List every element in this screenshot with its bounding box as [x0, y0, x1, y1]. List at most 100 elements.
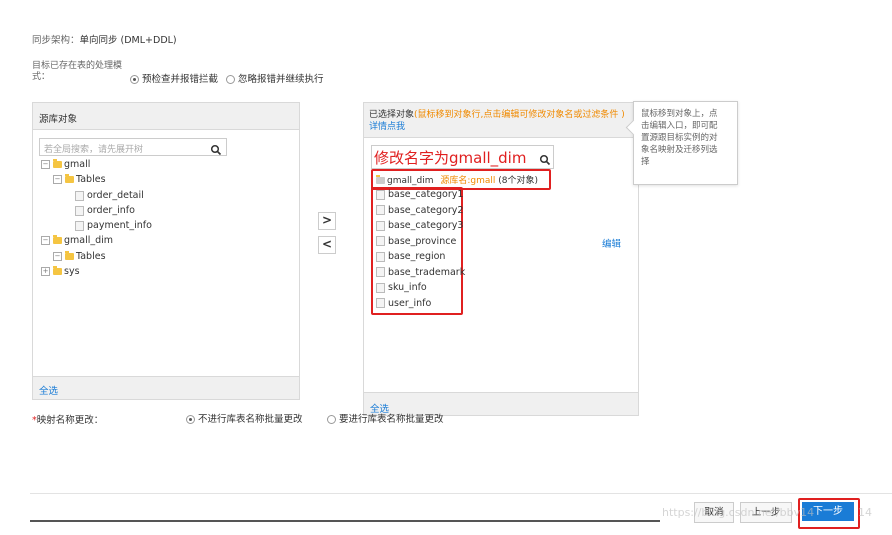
tree-node-sys[interactable]: + sys: [41, 266, 80, 277]
tree-node-gmall-tables[interactable]: − Tables: [53, 174, 106, 185]
mapping-label-row: *映射名称更改：: [32, 412, 103, 426]
collapse-icon[interactable]: −: [41, 236, 50, 245]
table-icon: [376, 282, 385, 293]
table-name: base_category2: [388, 204, 464, 216]
expand-icon[interactable]: +: [41, 267, 50, 276]
source-panel-footer: 全选: [33, 376, 299, 399]
move-right-button[interactable]: >: [318, 212, 336, 230]
detail-link[interactable]: 详情点我: [369, 122, 405, 132]
search-icon[interactable]: [539, 151, 551, 166]
precheck-label: 预检查并报错拦截: [142, 74, 219, 85]
target-panel: 已选择对象(鼠标移到对象行,点击编辑可修改对象名或过滤条件 ) 详情点我 修改名…: [363, 102, 639, 416]
target-table-item[interactable]: base_category2: [376, 205, 465, 221]
move-left-button[interactable]: <: [318, 236, 336, 254]
collapse-icon[interactable]: −: [53, 175, 62, 184]
target-search-input[interactable]: 修改名字为gmall_dim: [371, 145, 554, 169]
collapse-icon[interactable]: −: [41, 160, 50, 169]
ignore-option[interactable]: 忽略报错并继续执行: [226, 71, 324, 85]
tree-node-label: gmall_dim: [64, 235, 114, 246]
tree-node-label: order_info: [87, 205, 135, 216]
collapse-icon[interactable]: −: [53, 252, 62, 261]
mapping-no-label: 不进行库表名称批量更改: [198, 414, 303, 425]
exist-table-label-line1: 目标已存在表的处理模: [32, 61, 123, 71]
tooltip-line: 择: [641, 157, 650, 167]
source-panel-title: 源库对象: [39, 114, 78, 125]
source-db-label: 源库名:gmall: [440, 176, 496, 186]
help-tooltip: 鼠标移到对象上，点 击编辑入口，即可配 置源跟目标实例的对 象名映射及迁移列选 …: [625, 101, 738, 185]
database-icon: [376, 175, 385, 184]
tooltip-text: 鼠标移到对象上，点 击编辑入口，即可配 置源跟目标实例的对 象名映射及迁移列选 …: [641, 108, 718, 168]
edit-link[interactable]: 编辑: [602, 236, 621, 250]
source-panel-header: 源库对象: [33, 103, 299, 130]
exist-table-label-line2: 式：: [32, 72, 51, 82]
mapping-yes-radio[interactable]: [327, 415, 336, 424]
object-count: (8个对象): [498, 176, 539, 186]
sync-arch-label: 同步架构：: [32, 35, 80, 46]
table-icon: [75, 205, 84, 216]
search-icon[interactable]: [210, 141, 222, 156]
tree-node-gmall-dim[interactable]: − gmall_dim: [41, 235, 113, 246]
tree-node-label: gmall: [64, 159, 91, 170]
tooltip-line: 置源跟目标实例的对: [641, 133, 718, 143]
tooltip-line: 击编辑入口，即可配: [641, 121, 718, 131]
table-icon: [75, 190, 84, 201]
target-table-item[interactable]: base_trademark: [376, 267, 465, 283]
target-table-item[interactable]: sku_info: [376, 282, 465, 298]
watermark: https://blog.csdn.net/bbv14: [662, 506, 815, 519]
target-panel-hint: (鼠标移到对象行,点击编辑可修改对象名或过滤条件 ): [414, 110, 625, 120]
tree-node-label: order_detail: [87, 190, 144, 201]
tree-node-order-info[interactable]: order_info: [75, 205, 135, 216]
target-table-item[interactable]: base_province: [376, 236, 465, 252]
tooltip-line: 鼠标移到对象上，点: [641, 109, 718, 119]
ignore-label: 忽略报错并继续执行: [238, 74, 324, 85]
mapping-option-no[interactable]: 不进行库表名称批量更改: [186, 411, 303, 425]
table-name: base_category3: [388, 220, 464, 231]
target-table-item[interactable]: base_region: [376, 251, 465, 267]
target-panel-title: 已选择对象: [369, 110, 415, 120]
mapping-label: 映射名称更改：: [36, 415, 104, 426]
sync-arch-row: 同步架构：单向同步 (DML+DDL): [32, 32, 177, 46]
precheck-option[interactable]: 预检查并报错拦截: [130, 71, 218, 85]
precheck-radio[interactable]: [130, 75, 139, 84]
folder-icon: [65, 174, 74, 183]
tree-node-label: Tables: [76, 174, 106, 185]
table-name: base_region: [388, 251, 446, 262]
exist-table-label: 目标已存在表的处理模 式：: [32, 61, 122, 83]
table-name: sku_info: [388, 282, 427, 293]
table-icon: [376, 251, 385, 262]
folder-icon: [53, 235, 62, 244]
tree-node-payment-info[interactable]: payment_info: [75, 220, 152, 231]
table-icon: [75, 220, 84, 231]
target-table-item[interactable]: user_info: [376, 298, 465, 314]
folder-icon: [53, 266, 62, 275]
table-icon: [376, 220, 385, 231]
footer-divider: [30, 493, 892, 494]
rename-annotation: 修改名字为gmall_dim: [374, 149, 527, 167]
target-panel-title-block: 已选择对象(鼠标移到对象行,点击编辑可修改对象名或过滤条件 ) 详情点我: [369, 109, 634, 133]
tree-node-label: sys: [64, 266, 80, 277]
table-name: base_trademark: [388, 266, 466, 278]
footer-bottom-line: [30, 520, 660, 522]
source-panel: 源库对象 若全局搜索，请先展开树 − gmall − Tables order_de…: [32, 102, 300, 400]
mapping-yes-label: 要进行库表名称批量更改: [339, 414, 444, 425]
target-table-item[interactable]: base_category1: [376, 189, 465, 205]
table-icon: [376, 298, 385, 308]
target-db-row[interactable]: gmall_dim 源库名:gmall (8个对象): [376, 173, 538, 186]
folder-icon: [65, 251, 74, 260]
target-table-list: base_category1 base_category2 base_categ…: [376, 189, 465, 313]
target-panel-header: 已选择对象(鼠标移到对象行,点击编辑可修改对象名或过滤条件 ) 详情点我: [364, 103, 638, 138]
tooltip-line: 象名映射及迁移列选: [641, 145, 718, 155]
target-table-item[interactable]: base_category3: [376, 220, 465, 236]
search-placeholder: 若全局搜索，请先展开树: [44, 145, 144, 155]
table-icon: [376, 236, 385, 246]
tree-node-gmall-dim-tables[interactable]: − Tables: [53, 251, 106, 262]
tree-node-order-detail[interactable]: order_detail: [75, 190, 144, 201]
table-icon: [376, 205, 385, 215]
ignore-radio[interactable]: [226, 75, 235, 84]
tree-node-gmall[interactable]: − gmall: [41, 159, 90, 170]
search-input[interactable]: 若全局搜索，请先展开树: [39, 138, 227, 156]
mapping-no-radio[interactable]: [186, 415, 195, 424]
target-db-name: gmall_dim: [387, 176, 434, 186]
source-select-all[interactable]: 全选: [39, 383, 58, 397]
mapping-option-yes[interactable]: 要进行库表名称批量更改: [327, 411, 444, 425]
